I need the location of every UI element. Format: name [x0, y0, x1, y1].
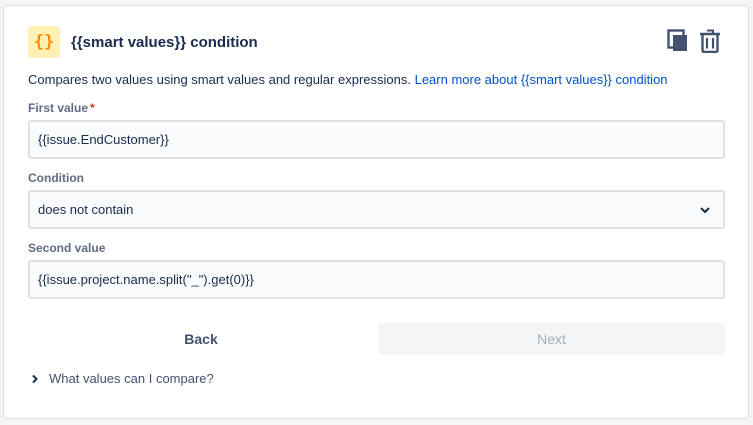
learn-more-link[interactable]: Learn more about {{smart values}} condit…: [415, 72, 668, 87]
trash-icon: [700, 29, 720, 53]
curly-braces-icon: {}: [28, 26, 60, 58]
first-value-label: First value *: [28, 101, 95, 115]
condition-select[interactable]: does not contain: [28, 190, 725, 229]
description-text: Compares two values using smart values a…: [28, 72, 411, 87]
required-marker: *: [90, 101, 95, 115]
panel-actions: [666, 28, 722, 54]
first-value-text: {{issue.EndCustomer}}: [38, 132, 169, 147]
second-value-text: {{issue.project.name.split("_").get(0)}}: [38, 272, 254, 287]
next-button[interactable]: Next: [378, 323, 725, 355]
chevron-right-icon: [32, 374, 38, 383]
help-expander[interactable]: What values can I compare?: [31, 371, 214, 386]
first-value-label-text: First value: [28, 101, 89, 115]
first-value-input[interactable]: {{issue.EndCustomer}}: [28, 120, 725, 159]
second-value-label: Second value: [28, 241, 106, 255]
condition-panel: {} {{smart values}} condition Compares t…: [3, 5, 749, 419]
duplicate-button[interactable]: [666, 28, 690, 54]
back-button[interactable]: Back: [28, 323, 374, 355]
condition-selected-value: does not contain: [38, 202, 134, 217]
delete-button[interactable]: [698, 28, 722, 54]
help-expander-label: What values can I compare?: [49, 371, 214, 386]
condition-label: Condition: [28, 171, 84, 185]
panel-header: {} {{smart values}} condition: [28, 26, 258, 58]
chevron-down-icon: [700, 206, 710, 213]
description: Compares two values using smart values a…: [28, 72, 668, 87]
copy-icon: [667, 29, 687, 51]
panel-title: {{smart values}} condition: [71, 33, 258, 51]
second-value-input[interactable]: {{issue.project.name.split("_").get(0)}}: [28, 260, 725, 299]
